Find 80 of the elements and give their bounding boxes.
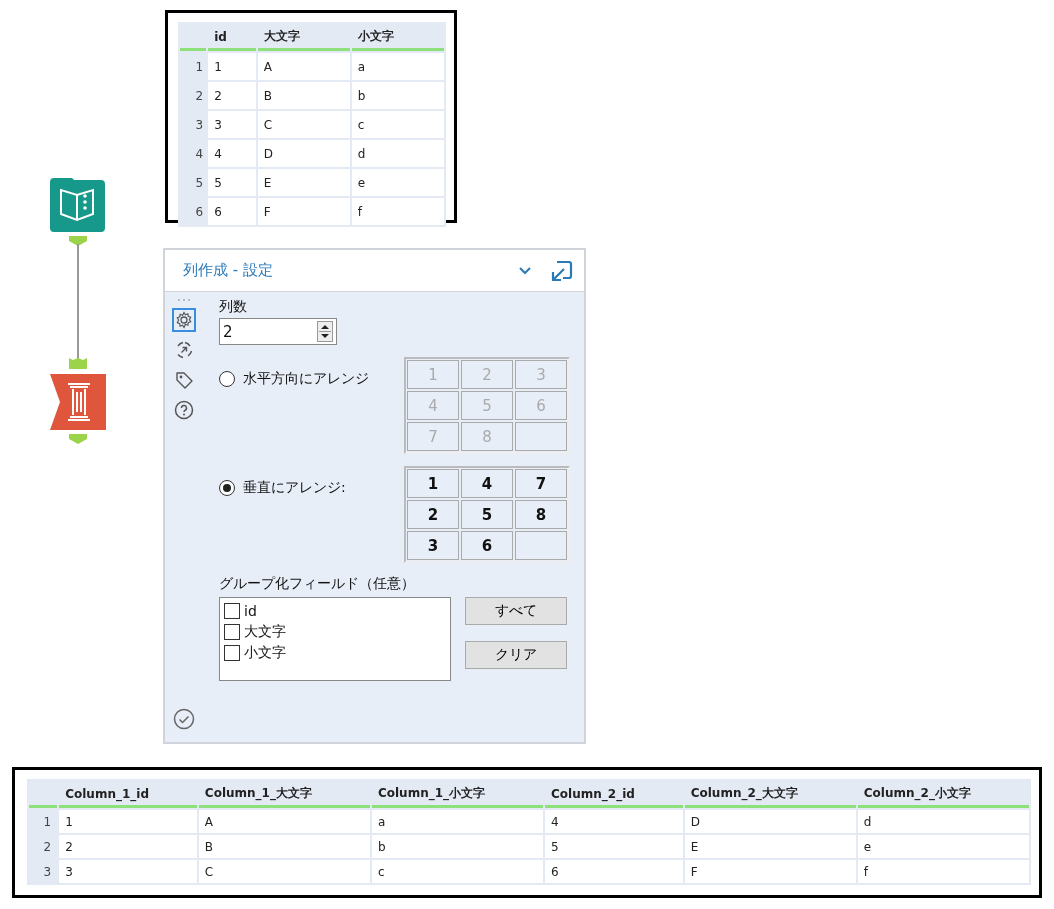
table-cell: c bbox=[351, 111, 444, 138]
radio-button[interactable] bbox=[219, 480, 235, 496]
spin-arrows-icon[interactable] bbox=[317, 321, 333, 342]
table-cell: e bbox=[351, 169, 444, 196]
grid-number: 8 bbox=[515, 500, 567, 529]
input-anchor-icon[interactable] bbox=[69, 358, 87, 369]
table-cell: d bbox=[857, 810, 1029, 833]
grid-number: 6 bbox=[461, 531, 513, 560]
table-cell: d bbox=[351, 140, 444, 167]
grid-number: 1 bbox=[407, 360, 459, 389]
table-cell: 1 bbox=[208, 53, 256, 80]
table-cell: A bbox=[257, 53, 350, 80]
table-cell: f bbox=[857, 860, 1029, 883]
grid-number: 7 bbox=[407, 422, 459, 451]
table-cell: a bbox=[351, 53, 444, 80]
grid-number: 4 bbox=[461, 469, 513, 498]
help-icon bbox=[174, 400, 194, 420]
table-cell: f bbox=[351, 198, 444, 225]
table-cell: C bbox=[257, 111, 350, 138]
empty-grid-cell bbox=[515, 422, 567, 451]
table-cell: e bbox=[857, 835, 1029, 858]
table-cell: 2 bbox=[208, 82, 256, 109]
field-label: グループ化フィールド（任意） bbox=[219, 575, 416, 593]
field-checkbox[interactable]: 小文字 bbox=[224, 642, 446, 663]
radio-button[interactable] bbox=[219, 371, 235, 387]
table-cell: c bbox=[371, 860, 544, 883]
table-cell: b bbox=[371, 835, 544, 858]
side-tab[interactable] bbox=[172, 398, 196, 422]
check-circle-icon bbox=[173, 708, 195, 730]
table-cell: E bbox=[684, 835, 856, 858]
grid-number: 8 bbox=[461, 422, 513, 451]
table-cell: E bbox=[257, 169, 350, 196]
table-cell: B bbox=[198, 835, 370, 858]
grid-number: 6 bbox=[515, 391, 567, 420]
chevron-down-icon[interactable] bbox=[518, 266, 532, 275]
table-cell: B bbox=[257, 82, 350, 109]
input-tool-icon[interactable] bbox=[50, 176, 105, 232]
settings-icon bbox=[175, 311, 193, 329]
side-tab[interactable] bbox=[172, 308, 196, 332]
table-cell: 5 bbox=[208, 169, 256, 196]
grid-number: 7 bbox=[515, 469, 567, 498]
grid-number: 2 bbox=[407, 500, 459, 529]
table-cell: 6 bbox=[545, 860, 683, 883]
panel-title: 列作成 - 設定 bbox=[183, 261, 274, 280]
grid-number: 3 bbox=[515, 360, 567, 389]
table-cell: b bbox=[351, 82, 444, 109]
grid-number: 5 bbox=[461, 391, 513, 420]
grid-number: 3 bbox=[407, 531, 459, 560]
field-checkbox[interactable]: 大文字 bbox=[224, 621, 446, 642]
table-cell: 3 bbox=[59, 860, 197, 883]
option-label[interactable]: 水平方向にアレンジ bbox=[243, 370, 369, 388]
table-cell: 2 bbox=[59, 835, 197, 858]
table-cell: a bbox=[371, 810, 544, 833]
grid-number: 1 bbox=[407, 469, 459, 498]
table-cell: 1 bbox=[59, 810, 197, 833]
table-cell: 6 bbox=[208, 198, 256, 225]
field-label: 列数 bbox=[219, 298, 248, 316]
table-cell: A bbox=[198, 810, 370, 833]
action-button[interactable]: クリア bbox=[465, 641, 567, 669]
grid-number: 5 bbox=[461, 500, 513, 529]
table-cell: 4 bbox=[208, 140, 256, 167]
pop-out-icon[interactable] bbox=[550, 258, 574, 283]
table-cell: C bbox=[198, 860, 370, 883]
table-cell: D bbox=[684, 810, 856, 833]
field-list[interactable]: id 大文字 小文字 bbox=[219, 597, 451, 681]
table-cell: F bbox=[257, 198, 350, 225]
field-checkbox[interactable]: id bbox=[224, 600, 446, 621]
grid-number: 2 bbox=[461, 360, 513, 389]
column-tool-icon[interactable] bbox=[50, 374, 106, 430]
table-cell: F bbox=[684, 860, 856, 883]
table-cell: 4 bbox=[545, 810, 683, 833]
tag-icon bbox=[174, 370, 194, 390]
empty-grid-cell bbox=[515, 531, 567, 560]
number-spinner[interactable]: 2 bbox=[219, 318, 337, 345]
action-button[interactable]: すべて bbox=[465, 597, 567, 625]
table-cell: 3 bbox=[208, 111, 256, 138]
grid-number: 4 bbox=[407, 391, 459, 420]
option-label[interactable]: 垂直にアレンジ: bbox=[243, 479, 346, 497]
table-cell: D bbox=[257, 140, 350, 167]
table-cell: 5 bbox=[545, 835, 683, 858]
